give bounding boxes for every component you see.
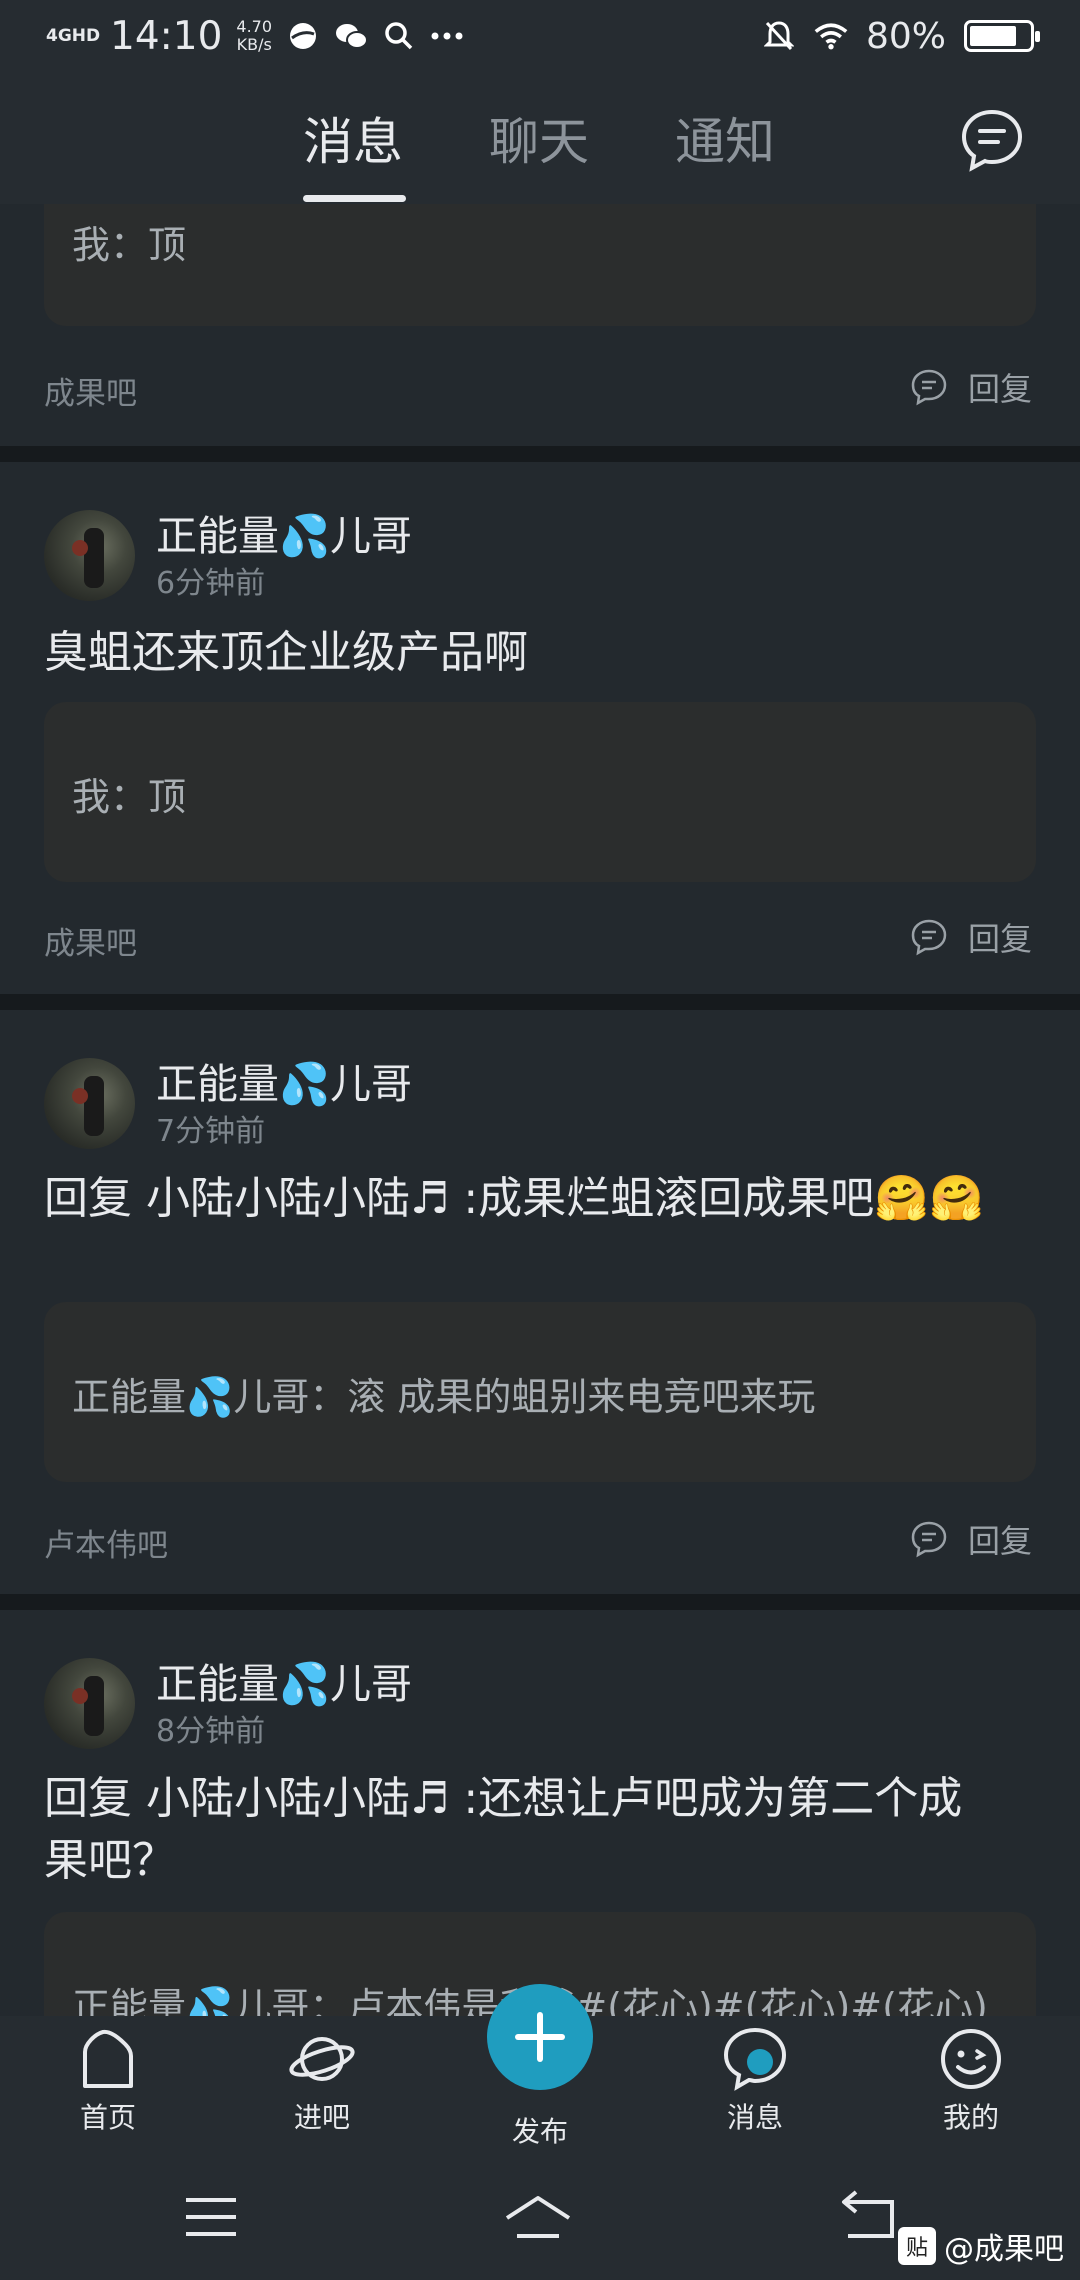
mute-bell-icon — [762, 19, 796, 53]
message-card[interactable]: 我：顶 成果吧 回复 — [0, 204, 1080, 446]
post-time: 8分钟前 — [156, 1714, 266, 1749]
avatar[interactable] — [44, 510, 135, 601]
battery-percent: 80% — [865, 15, 946, 57]
reply-bubble-icon — [911, 1521, 947, 1558]
menu-icon[interactable] — [176, 2182, 246, 2252]
nav-profile[interactable]: 我的 — [911, 2024, 1031, 2136]
search-icon — [382, 19, 416, 53]
status-time: 14:10 — [110, 13, 223, 59]
message-content: 臭蛆还来顶企业级产品啊 — [44, 627, 528, 678]
status-bar: 4GHD 14:10 4.70 KB/s 80% — [0, 0, 1080, 72]
forum-name[interactable]: 卢本伟吧 — [44, 1520, 168, 1565]
forum-name[interactable]: 成果吧 — [44, 368, 137, 413]
post-time: 7分钟前 — [156, 1114, 266, 1149]
home-icon — [83, 2029, 133, 2088]
planet-icon — [289, 2037, 355, 2081]
reply-button[interactable]: 回复 — [910, 364, 1032, 410]
author-name[interactable]: 正能量💦儿哥 — [156, 502, 412, 562]
reply-bubble-icon — [911, 369, 947, 406]
message-card[interactable]: 正能量💦儿哥 7分钟前 回复 小陆小陆小陆♬ :成果烂蛆滚回成果吧🤗🤗 正能量💦… — [0, 1010, 1080, 1594]
author-name[interactable]: 正能量💦儿哥 — [156, 1650, 412, 1710]
publish-label[interactable]: 发布 — [480, 2110, 600, 2150]
chat-compose-icon[interactable] — [960, 108, 1024, 172]
bottom-navigation: 首页 进吧 发布 消息 我的 — [0, 1984, 1080, 2150]
more-icon — [430, 19, 464, 53]
reply-button[interactable]: 回复 — [910, 914, 1032, 960]
publish-button[interactable] — [487, 1984, 593, 2090]
author-name[interactable]: 正能量💦儿哥 — [156, 1050, 412, 1110]
wechat-icon — [334, 19, 369, 53]
battery-icon — [964, 20, 1040, 52]
active-tab-indicator — [303, 195, 406, 202]
tab-messages[interactable]: 消息 — [303, 102, 403, 174]
tab-notifications[interactable]: 通知 — [675, 102, 775, 174]
system-navigation-bar: 贴 @成果吧 — [0, 2150, 1080, 2280]
post-time: 6分钟前 — [156, 566, 266, 601]
nav-home[interactable]: 首页 — [48, 2024, 168, 2136]
quoted-post[interactable]: 我：顶 — [44, 702, 1036, 882]
quote-text: 我：顶 — [72, 775, 187, 819]
browser-icon — [286, 19, 320, 53]
network-speed: 4.70 KB/s — [236, 17, 273, 54]
nav-forums[interactable]: 进吧 — [262, 2024, 382, 2136]
message-card[interactable]: 正能量💦儿哥 8分钟前 回复 小陆小陆小陆♬ :还想让卢吧成为第二个成果吧？ 正… — [0, 1610, 1080, 2016]
home-button-icon[interactable] — [503, 2182, 573, 2252]
quoted-post[interactable]: 我：顶 — [44, 204, 1036, 326]
avatar[interactable] — [44, 1058, 135, 1149]
forum-name[interactable]: 成果吧 — [44, 918, 137, 963]
watermark: 贴 @成果吧 — [898, 2224, 1064, 2268]
reply-bubble-icon — [911, 919, 947, 956]
message-content: 回复 小陆小陆小陆♬ :还想让卢吧成为第二个成果吧？ — [44, 1773, 963, 1886]
plus-icon — [515, 2012, 565, 2062]
reply-button[interactable]: 回复 — [910, 1516, 1032, 1562]
smiley-face-icon — [941, 2029, 1001, 2089]
network-indicator: 4GHD — [46, 26, 101, 46]
header-tabbar: 消息 聊天 通知 — [0, 72, 1080, 204]
tieba-logo-icon: 贴 — [898, 2227, 936, 2265]
quote-text: 正能量💦儿哥：滚 成果的蛆别来电竞吧来玩 — [72, 1375, 816, 1419]
nav-messages[interactable]: 消息 — [695, 2024, 815, 2136]
message-feed[interactable]: 我：顶 成果吧 回复 正能量💦儿哥 6分钟前 臭蛆还来顶企业级产品啊 我：顶 成… — [0, 204, 1080, 2016]
message-bubble-icon — [723, 2027, 787, 2091]
message-card[interactable]: 正能量💦儿哥 6分钟前 臭蛆还来顶企业级产品啊 我：顶 成果吧 回复 — [0, 462, 1080, 994]
message-content: 回复 小陆小陆小陆♬ :成果烂蛆滚回成果吧🤗🤗 — [44, 1173, 984, 1224]
quoted-post[interactable]: 正能量💦儿哥：滚 成果的蛆别来电竞吧来玩 — [44, 1302, 1036, 1482]
quote-text: 我：顶 — [72, 223, 187, 267]
wifi-icon — [814, 19, 848, 53]
back-icon[interactable] — [834, 2182, 904, 2252]
avatar[interactable] — [44, 1658, 135, 1749]
tab-chat[interactable]: 聊天 — [489, 102, 589, 174]
